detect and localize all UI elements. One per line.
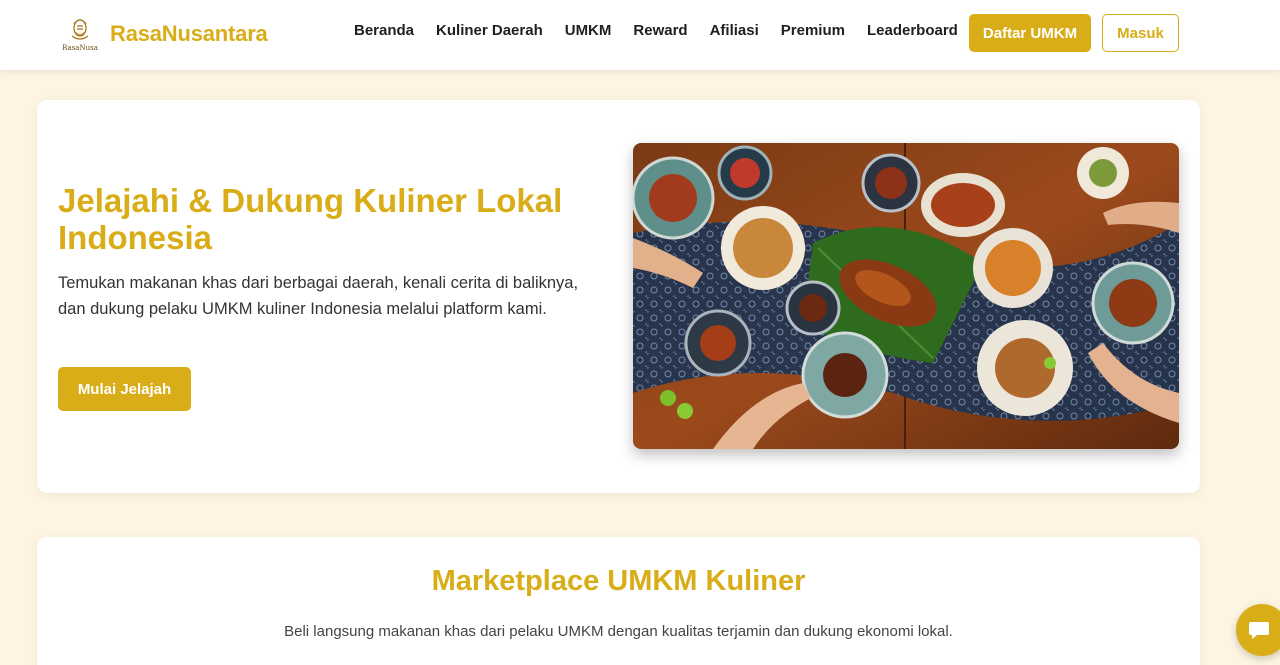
hero-description: Temukan makanan khas dari berbagai daera… (58, 274, 579, 318)
hero-title: Jelajahi & Dukung Kuliner Lokal Indonesi… (58, 182, 563, 256)
nav-item-afiliasi[interactable]: Afiliasi (710, 22, 759, 39)
nav-item-umkm[interactable]: UMKM (565, 22, 612, 39)
hero-card: Jelajahi & Dukung Kuliner Lokal Indonesi… (37, 100, 1200, 493)
chat-bubble-icon (1249, 622, 1269, 639)
marketplace-description: Beli langsung makanan khas dari pelaku U… (284, 623, 953, 640)
marketplace-title: Marketplace UMKM Kuliner (431, 565, 806, 597)
nav-item-kuliner-daerah[interactable]: Kuliner Daerah (436, 22, 543, 39)
nav-links: Beranda Kuliner Daerah UMKM Reward Afili… (354, 22, 980, 39)
nav-item-leaderboard[interactable]: Leaderboard (867, 22, 958, 39)
hero-food-image (633, 143, 1179, 449)
brand[interactable]: RasaNusa RasaNusantara (60, 14, 268, 54)
daftar-umkm-button[interactable]: Daftar UMKM (969, 14, 1091, 52)
navbar: RasaNusa RasaNusantara Beranda Kuliner D… (0, 0, 1280, 70)
svg-text:RasaNusa: RasaNusa (62, 44, 98, 52)
brand-name: RasaNusantara (110, 21, 268, 46)
masuk-button[interactable]: Masuk (1102, 14, 1179, 52)
marketplace-section: Marketplace UMKM Kuliner Beli langsung m… (37, 537, 1200, 665)
brand-logo-icon: RasaNusa (62, 19, 98, 52)
mulai-jelajah-button[interactable]: Mulai Jelajah (58, 367, 191, 411)
nav-item-premium[interactable]: Premium (781, 22, 845, 39)
nav-item-beranda[interactable]: Beranda (354, 22, 414, 39)
nav-item-reward[interactable]: Reward (633, 22, 687, 39)
chat-button[interactable] (1236, 604, 1280, 656)
